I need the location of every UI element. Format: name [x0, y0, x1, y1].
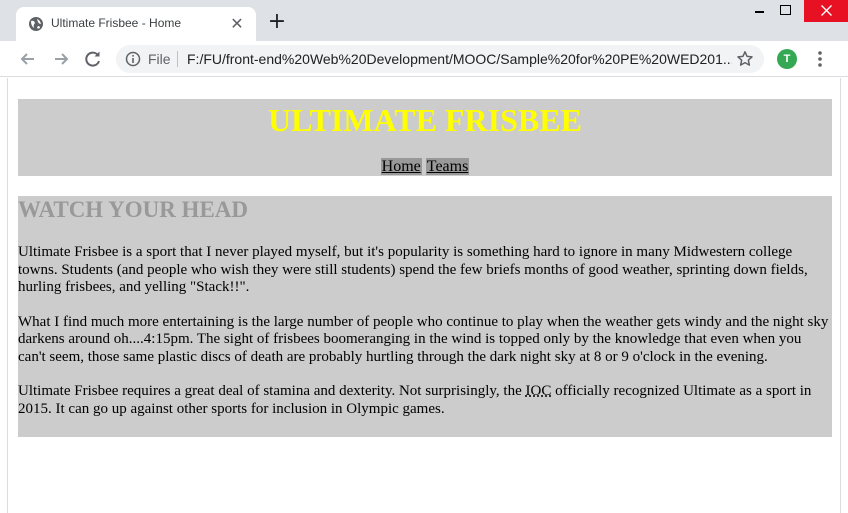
- browser-toolbar: File F:/FU/front-end%20Web%20Development…: [0, 41, 848, 77]
- nav-link-home[interactable]: Home: [380, 158, 422, 175]
- url-text[interactable]: F:/FU/front-end%20Web%20Development/MOOC…: [187, 51, 732, 67]
- tab-close-icon[interactable]: ✕: [228, 15, 246, 33]
- window-close-button[interactable]: [804, 0, 848, 22]
- forward-arrow-icon[interactable]: [51, 49, 71, 69]
- paragraph-3-text-a: Ultimate Frisbee requires a great deal o…: [18, 383, 526, 399]
- ioc-abbreviation[interactable]: IOC: [526, 383, 552, 399]
- profile-avatar[interactable]: T: [777, 49, 797, 69]
- more-menu-icon[interactable]: [812, 50, 828, 68]
- back-arrow-icon[interactable]: [18, 49, 38, 69]
- page-viewport: ULTIMATE FRISBEE Home Teams WATCH YOUR H…: [7, 78, 841, 513]
- paragraph-2: What I find much more entertaining is th…: [18, 313, 829, 365]
- omnibox-divider: [177, 51, 178, 67]
- section-heading: WATCH YOUR HEAD: [18, 197, 249, 222]
- address-bar[interactable]: File F:/FU/front-end%20Web%20Development…: [116, 45, 764, 73]
- new-tab-button[interactable]: +: [266, 11, 288, 34]
- paragraph-1: Ultimate Frisbee is a sport that I never…: [18, 244, 808, 295]
- site-header: ULTIMATE FRISBEE Home Teams: [18, 99, 832, 176]
- nav-link-teams[interactable]: Teams: [425, 158, 470, 175]
- tab-strip: Ultimate Frisbee - Home ✕ +: [0, 0, 848, 41]
- article-section: WATCH YOUR HEAD Ultimate Frisbee is a sp…: [18, 196, 832, 437]
- browser-tab[interactable]: Ultimate Frisbee - Home ✕: [16, 7, 256, 41]
- page-title: ULTIMATE FRISBEE: [268, 102, 582, 138]
- site-nav: Home Teams: [18, 158, 832, 176]
- close-icon: [821, 5, 832, 16]
- tab-title: Ultimate Frisbee - Home: [51, 16, 182, 30]
- scheme-label: File: [148, 51, 171, 67]
- reload-icon[interactable]: [83, 49, 103, 69]
- info-icon[interactable]: [125, 51, 141, 67]
- bookmark-star-icon[interactable]: [736, 50, 754, 68]
- maximize-button[interactable]: [770, 0, 802, 22]
- globe-icon: [29, 17, 43, 31]
- paragraph-3: Ultimate Frisbee requires a great deal o…: [18, 383, 832, 418]
